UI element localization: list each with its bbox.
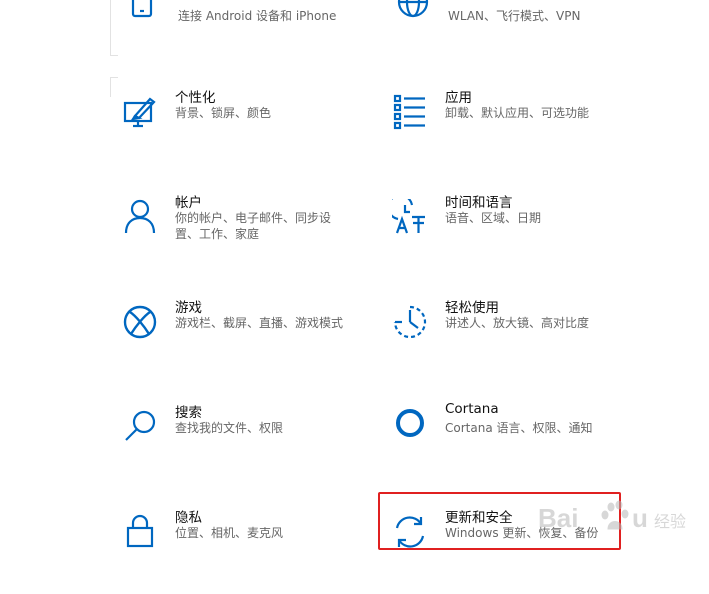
tile-title: 更新和安全 (445, 510, 513, 526)
tile-title: 搜索 (175, 405, 202, 421)
frame-divider (110, 0, 111, 56)
svg-text:经验: 经验 (654, 513, 686, 531)
phone-icon (125, 0, 161, 24)
update-sync-icon (392, 514, 428, 550)
xbox-icon (122, 304, 158, 340)
tile-description: WLAN、飞行模式、VPN (448, 9, 581, 23)
tile-description: 游戏栏、截屏、直播、游戏模式 (175, 316, 344, 330)
tile-network[interactable]: WLAN、飞行模式、VPN (383, 0, 653, 88)
tile-description: 位置、相机、麦克风 (175, 526, 284, 540)
tile-title: 应用 (445, 90, 472, 106)
tile-title: 时间和语言 (445, 195, 513, 211)
tile-title: Cortana (445, 401, 499, 417)
tile-description: Windows 更新、恢复、备份 (445, 526, 599, 540)
cortana-icon (392, 409, 428, 445)
tile-description: 讲述人、放大镜、高对比度 (445, 316, 590, 330)
tile-gaming[interactable]: 游戏 游戏栏、截屏、直播、游戏模式 (110, 300, 380, 384)
tile-update-security[interactable]: 更新和安全 Windows 更新、恢复、备份 (380, 510, 650, 594)
tile-title: 隐私 (175, 510, 202, 526)
tile-cortana[interactable]: Cortana Cortana 语言、权限、通知 (380, 401, 650, 489)
apps-list-icon (392, 94, 428, 130)
tile-description: Cortana 语言、权限、通知 (445, 421, 593, 435)
person-icon (122, 199, 158, 235)
tile-personalization[interactable]: 个性化 背景、锁屏、颜色 (110, 90, 380, 174)
tile-title: 个性化 (175, 90, 216, 106)
personalization-icon (122, 94, 158, 130)
tile-title: 帐户 (175, 195, 202, 211)
tile-apps[interactable]: 应用 卸载、默认应用、可选功能 (380, 90, 650, 174)
ease-of-access-icon (392, 304, 428, 340)
tile-description: 查找我的文件、权限 (175, 421, 284, 435)
tile-title: 游戏 (175, 300, 202, 316)
time-language-icon (392, 199, 428, 235)
tile-description: 连接 Android 设备和 iPhone (178, 9, 337, 23)
tile-title: 轻松使用 (445, 300, 499, 316)
tile-search[interactable]: 搜索 查找我的文件、权限 (110, 405, 380, 489)
tile-description: 你的帐户、电子邮件、同步设置、工作、家庭 (175, 211, 332, 241)
search-icon (122, 409, 158, 445)
tile-accounts[interactable]: 帐户 你的帐户、电子邮件、同步设置、工作、家庭 (110, 195, 380, 279)
lock-icon (122, 514, 158, 550)
tile-description: 卸载、默认应用、可选功能 (445, 106, 590, 120)
tile-phone[interactable]: 连接 Android 设备和 iPhone (113, 0, 383, 88)
tile-time-language[interactable]: 时间和语言 语音、区域、日期 (380, 195, 650, 279)
tile-description: 语音、区域、日期 (445, 211, 542, 225)
globe-icon (395, 0, 431, 24)
tile-description: 背景、锁屏、颜色 (175, 106, 272, 120)
tile-privacy[interactable]: 隐私 位置、相机、麦克风 (110, 510, 380, 594)
tile-ease-of-access[interactable]: 轻松使用 讲述人、放大镜、高对比度 (380, 300, 650, 384)
